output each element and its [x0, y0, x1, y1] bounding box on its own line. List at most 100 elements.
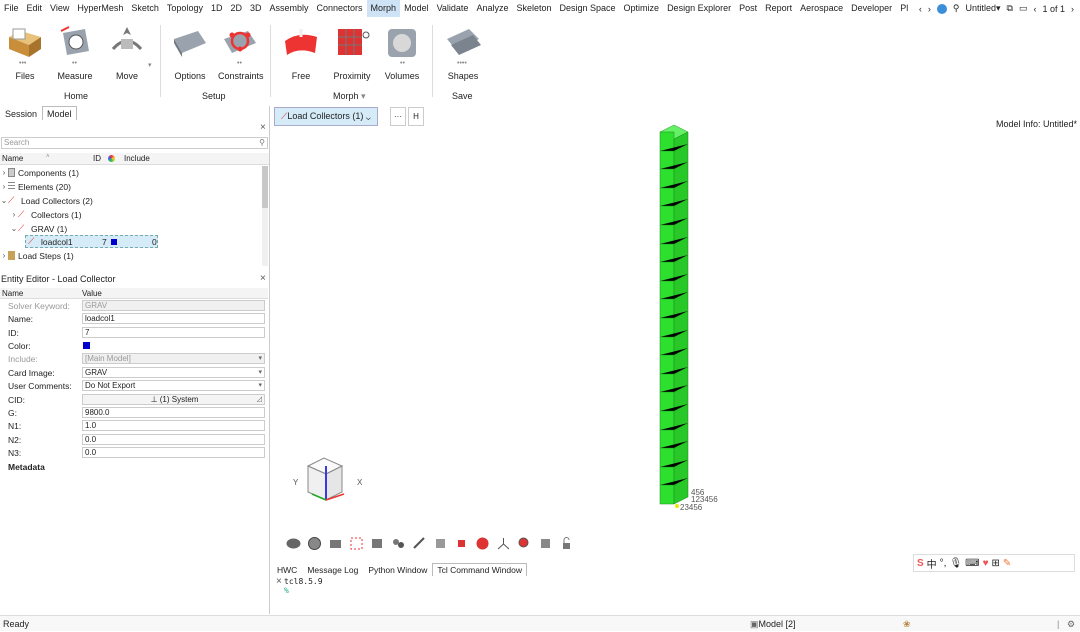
collapse-icon[interactable]: ⌄: [0, 196, 8, 205]
tab-model[interactable]: Model: [42, 106, 77, 120]
menu-edit[interactable]: Edit: [23, 0, 47, 17]
menu-design-explorer[interactable]: Design Explorer: [663, 0, 735, 17]
shapes-more[interactable]: ••••: [457, 60, 467, 67]
id-field[interactable]: 7: [82, 327, 265, 338]
zoom-icon[interactable]: [516, 535, 533, 552]
menu-analyze[interactable]: Analyze: [472, 0, 512, 17]
ime-logo-icon[interactable]: S: [917, 558, 924, 569]
tree-item-loadcol1[interactable]: ⟋ loadcol1 7 0: [25, 235, 158, 248]
zoom-box-icon[interactable]: [348, 535, 365, 552]
free-button[interactable]: Free: [279, 23, 323, 81]
clip-icon[interactable]: [537, 535, 554, 552]
no-entry-icon[interactable]: [474, 535, 491, 552]
proximity-button[interactable]: Proximity: [330, 23, 374, 81]
menu-file[interactable]: File: [0, 0, 23, 17]
panel-splitter[interactable]: [269, 106, 270, 614]
tab-session[interactable]: Session: [0, 106, 42, 120]
menu-connectors[interactable]: Connectors: [313, 0, 367, 17]
globe-icon[interactable]: [936, 3, 947, 14]
g-field[interactable]: 9800.0: [82, 407, 265, 418]
find-icon[interactable]: [369, 535, 386, 552]
tab-python-window[interactable]: Python Window: [363, 563, 432, 576]
search-icon[interactable]: ⚲: [953, 3, 960, 14]
tab-hwc[interactable]: HWC: [272, 563, 302, 576]
user-comments-select[interactable]: Do Not Export ▾: [82, 380, 265, 391]
menu-design-space[interactable]: Design Space: [556, 0, 620, 17]
document-title[interactable]: Untitled▾: [965, 3, 1000, 14]
menu-aerospace[interactable]: Aerospace: [796, 0, 847, 17]
scrollbar-thumb[interactable]: [262, 166, 268, 208]
load-icon[interactable]: [453, 535, 470, 552]
split-icon[interactable]: [411, 535, 428, 552]
axes-icon[interactable]: [495, 535, 512, 552]
more-button[interactable]: ···: [390, 107, 406, 126]
menu-validate[interactable]: Validate: [433, 0, 473, 17]
mascot-icon[interactable]: ❀: [903, 616, 911, 632]
isolate-icon[interactable]: [327, 535, 344, 552]
expand-icon[interactable]: ›: [0, 182, 8, 191]
cid-selector[interactable]: ⊥ (1) System ◿: [82, 394, 265, 405]
tree-item-load-collectors[interactable]: ⌄ ⟋ Load Collectors (2): [0, 194, 93, 207]
ime-language[interactable]: 中: [927, 556, 937, 571]
tree-item-components[interactable]: › Components (1): [0, 166, 79, 179]
window-icon[interactable]: ⧉: [1007, 3, 1013, 14]
save-icon[interactable]: ▭: [1019, 3, 1028, 14]
tab-tcl-command-window[interactable]: Tcl Command Window: [432, 563, 527, 576]
move-button[interactable]: Move: [105, 23, 149, 81]
chevron-left-icon[interactable]: ‹: [919, 4, 922, 14]
measure-button[interactable]: Measure: [53, 23, 97, 81]
files-button[interactable]: Files: [3, 23, 47, 81]
menu-topology[interactable]: Topology: [163, 0, 207, 17]
search-input[interactable]: Search ⚲: [1, 137, 268, 149]
view-cube[interactable]: [300, 454, 365, 512]
volumes-more[interactable]: ••: [400, 60, 405, 67]
tree-item-grav[interactable]: ⌄ ⟋ GRAV (1): [10, 222, 68, 235]
load-collectors-tab[interactable]: ⟋Load Collectors (1) ⌄: [274, 107, 378, 126]
tcl-console[interactable]: tcl8.5.9 %: [284, 577, 323, 595]
view-fit-icon[interactable]: [285, 535, 302, 552]
metadata-section[interactable]: Metadata: [8, 462, 45, 472]
menu-view[interactable]: View: [46, 0, 73, 17]
gear-icon[interactable]: ⚙: [1067, 616, 1075, 632]
grid-icon[interactable]: ⊞: [992, 558, 1000, 569]
model-status[interactable]: ▣Model [2]: [750, 616, 796, 632]
col-include[interactable]: Include: [124, 154, 150, 163]
close-icon[interactable]: ×: [276, 576, 282, 587]
expand-icon[interactable]: ›: [0, 251, 8, 260]
keyboard-icon[interactable]: ⌨: [965, 558, 979, 569]
n3-field[interactable]: 0.0: [82, 447, 265, 458]
menu-icon[interactable]: |: [1057, 616, 1059, 632]
menu-developer[interactable]: Developer: [847, 0, 896, 17]
files-more[interactable]: •••: [19, 60, 26, 67]
mesh-column[interactable]: [655, 120, 700, 515]
menu-report[interactable]: Report: [761, 0, 796, 17]
toolbox-icon[interactable]: ✎: [1003, 558, 1011, 569]
tree-item-elements[interactable]: › Elements (20): [0, 180, 71, 193]
page-next-icon[interactable]: ›: [1071, 4, 1074, 14]
menu-hypermesh[interactable]: HyperMesh: [73, 0, 127, 17]
volumes-button[interactable]: Volumes: [380, 23, 424, 81]
menu-3d[interactable]: 3D: [246, 0, 266, 17]
card-image-select[interactable]: GRAV ▾: [82, 367, 265, 378]
page-prev-icon[interactable]: ‹: [1033, 4, 1036, 14]
col-name[interactable]: Name: [2, 154, 23, 163]
menu-post[interactable]: Post: [735, 0, 761, 17]
expand-icon[interactable]: ›: [0, 168, 8, 177]
punctuation-icon[interactable]: °,: [940, 558, 947, 569]
group-morph[interactable]: Morph ▾: [333, 91, 366, 102]
skin-icon[interactable]: ♥: [983, 558, 989, 569]
mesh-view-icon[interactable]: [432, 535, 449, 552]
mask-icon[interactable]: [390, 535, 407, 552]
menu-assembly[interactable]: Assembly: [266, 0, 313, 17]
tab-message-log[interactable]: Message Log: [302, 563, 363, 576]
menu-1d[interactable]: 1D: [207, 0, 227, 17]
tree-scrollbar[interactable]: [262, 166, 268, 266]
lock-icon[interactable]: [558, 535, 575, 552]
n1-field[interactable]: 1.0: [82, 420, 265, 431]
constraints-button[interactable]: Constraints: [218, 23, 264, 81]
menu-skeleton[interactable]: Skeleton: [512, 0, 555, 17]
menu-2d[interactable]: 2D: [226, 0, 246, 17]
tree-item-load-steps[interactable]: › Load Steps (1): [0, 249, 74, 262]
menu-model[interactable]: Model: [400, 0, 433, 17]
chevron-right-icon[interactable]: ›: [928, 4, 931, 14]
